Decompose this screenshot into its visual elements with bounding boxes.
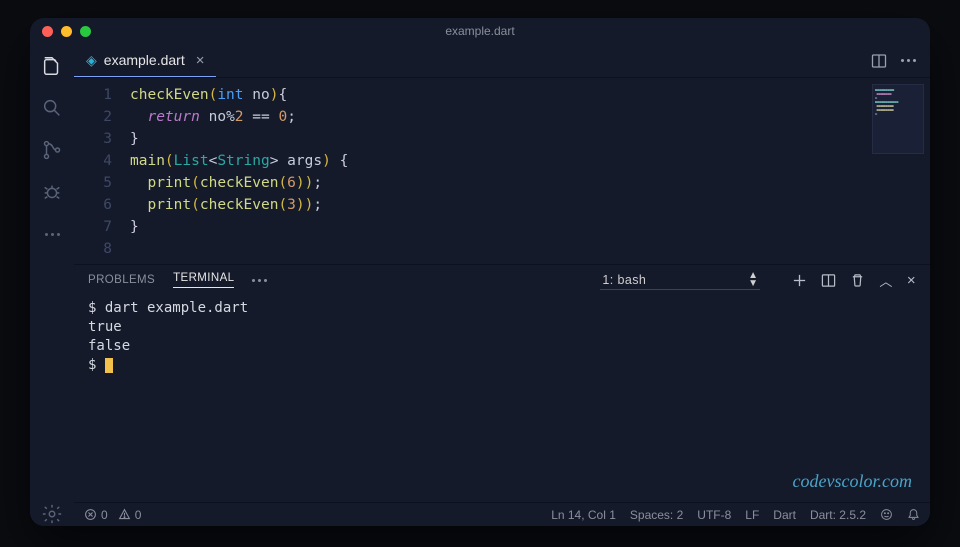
status-encoding[interactable]: UTF-8 xyxy=(697,508,731,522)
status-warnings[interactable]: 0 xyxy=(118,508,142,522)
status-sdk[interactable]: Dart: 2.5.2 xyxy=(810,508,866,522)
editor[interactable]: 1 2 3 4 5 6 7 8 checkEven(int no){ retur… xyxy=(74,78,930,264)
watermark: codevscolor.com xyxy=(793,471,912,492)
code-content[interactable]: checkEven(int no){ return no%2 == 0; } m… xyxy=(130,84,930,260)
kill-terminal-icon[interactable] xyxy=(850,273,865,288)
split-terminal-icon[interactable] xyxy=(821,273,836,288)
panel-tab-problems[interactable]: PROBLEMS xyxy=(88,274,155,286)
tab-close-icon[interactable]: × xyxy=(196,52,205,69)
activity-bar xyxy=(30,44,74,526)
line-gutter: 1 2 3 4 5 6 7 8 xyxy=(74,84,130,260)
updown-icon: ▲▼ xyxy=(748,272,758,288)
panel: PROBLEMS TERMINAL 1: bash ▲▼ xyxy=(74,264,930,502)
terminal-selector-label: 1: bash xyxy=(602,273,646,287)
editor-actions xyxy=(871,44,930,77)
status-cursor-position[interactable]: Ln 14, Col 1 xyxy=(551,508,616,522)
tab-example-dart[interactable]: ◈ example.dart × xyxy=(74,44,216,77)
status-indentation[interactable]: Spaces: 2 xyxy=(630,508,683,522)
terminal-selector[interactable]: 1: bash ▲▼ xyxy=(600,271,760,290)
panel-tabs: PROBLEMS TERMINAL 1: bash ▲▼ xyxy=(74,265,930,295)
more-icon[interactable] xyxy=(40,222,64,246)
new-terminal-icon[interactable] xyxy=(792,273,807,288)
settings-gear-icon[interactable] xyxy=(40,502,64,526)
status-feedback-icon[interactable] xyxy=(880,508,893,521)
minimap[interactable]: ▄▄▄▄▄▄▄▄▄ ▄▄▄▄▄▄▄ ▄ ▄▄▄▄▄▄▄▄▄▄▄ ▄▄▄▄▄▄▄▄… xyxy=(872,84,924,154)
close-panel-icon[interactable]: × xyxy=(907,272,916,289)
status-bar: 0 0 Ln 14, Col 1 Spaces: 2 UTF-8 LF Dart… xyxy=(74,502,930,526)
dart-file-icon: ◈ xyxy=(86,52,97,69)
editor-more-icon[interactable] xyxy=(901,59,916,62)
explorer-icon[interactable] xyxy=(40,54,64,78)
split-editor-icon[interactable] xyxy=(871,53,887,69)
titlebar: example.dart xyxy=(30,18,930,44)
status-language[interactable]: Dart xyxy=(773,508,796,522)
status-eol[interactable]: LF xyxy=(745,508,759,522)
maximize-panel-icon[interactable]: ︿ xyxy=(879,271,892,290)
main-area: ◈ example.dart × 1 2 3 xyxy=(74,44,930,526)
editor-window: example.dart xyxy=(30,18,930,526)
tab-label: example.dart xyxy=(104,52,185,68)
search-icon[interactable] xyxy=(40,96,64,120)
status-errors[interactable]: 0 xyxy=(84,508,108,522)
status-bell-icon[interactable] xyxy=(907,508,920,521)
panel-more-icon[interactable] xyxy=(252,279,267,282)
tab-bar: ◈ example.dart × xyxy=(74,44,930,78)
window-title: example.dart xyxy=(30,24,930,38)
debug-icon[interactable] xyxy=(40,180,64,204)
panel-tab-terminal[interactable]: TERMINAL xyxy=(173,272,234,288)
source-control-icon[interactable] xyxy=(40,138,64,162)
terminal-cursor xyxy=(105,358,113,373)
